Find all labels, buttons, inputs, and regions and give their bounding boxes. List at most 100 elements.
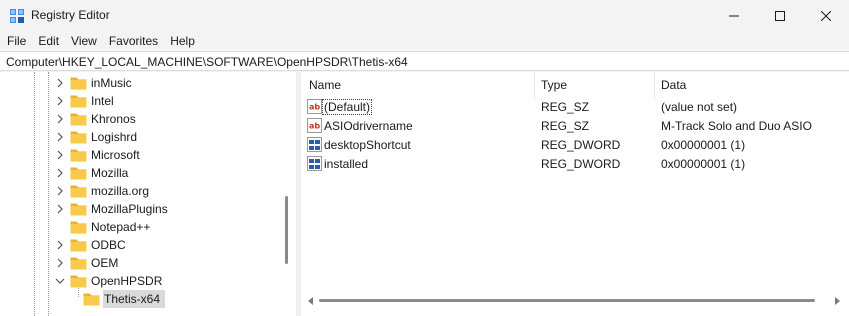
tree-item-label: Thetis-x64: [104, 292, 161, 306]
tree-item[interactable]: OEM: [0, 254, 280, 272]
folder-icon: [70, 167, 87, 180]
binary-value-icon: [307, 137, 322, 152]
folder-icon: [70, 239, 87, 252]
string-value-icon: ab: [307, 99, 322, 114]
tree-item-label: Khronos: [91, 112, 136, 126]
svg-text:ab: ab: [309, 122, 320, 131]
column-header-type[interactable]: Type: [541, 72, 567, 99]
chevron-right-icon[interactable]: [55, 258, 65, 268]
value-data: 0x00000001 (1): [661, 157, 746, 171]
menu-bar: File Edit View Favorites Help: [0, 31, 849, 51]
chevron-right-icon[interactable]: [55, 240, 65, 250]
value-name-text: (Default): [322, 99, 373, 115]
value-row[interactable]: ab (Default) REG_SZ (value not set): [301, 97, 849, 116]
chevron-right-icon[interactable]: [55, 204, 65, 214]
tree-item-label: OEM: [91, 256, 119, 270]
value-name: installed: [324, 157, 368, 171]
folder-icon: [70, 185, 87, 198]
chevron-right-icon[interactable]: [55, 114, 65, 124]
value-data: M-Track Solo and Duo ASIO: [661, 119, 812, 133]
menu-favorites[interactable]: Favorites: [103, 31, 164, 51]
value-row[interactable]: installed REG_DWORD 0x00000001 (1): [301, 154, 849, 173]
tree-item[interactable]: Intel: [0, 92, 280, 110]
folder-icon: [70, 257, 87, 270]
column-header-name[interactable]: Name: [309, 72, 341, 99]
tree-item[interactable]: MozillaPlugins: [0, 200, 280, 218]
chevron-right-icon[interactable]: [55, 78, 65, 88]
column-divider[interactable]: [654, 72, 655, 99]
folder-icon: [70, 203, 87, 216]
folder-icon: [83, 293, 100, 306]
chevron-down-icon[interactable]: [55, 276, 65, 286]
tree-vertical-scrollbar[interactable]: [285, 196, 288, 264]
folder-icon: [70, 77, 87, 90]
chevron-right-icon[interactable]: [55, 186, 65, 196]
tree-item[interactable]: Logishrd: [0, 128, 280, 146]
values-list[interactable]: Name Type Data ab (Default) REG_SZ (value n…: [301, 72, 849, 316]
tree-item[interactable]: Mozilla: [0, 164, 280, 182]
value-row[interactable]: ab ASIOdrivername REG_SZ M-Track Solo and D…: [301, 116, 849, 135]
value-data: 0x00000001 (1): [661, 138, 746, 152]
svg-text:ab: ab: [309, 103, 320, 112]
folder-icon: [70, 95, 87, 108]
tree-item-label: Microsoft: [91, 148, 140, 162]
value-type: REG_SZ: [541, 119, 590, 133]
chevron-right-icon[interactable]: [55, 132, 65, 142]
tree-item-label: MozillaPlugins: [91, 202, 168, 216]
scroll-right-icon[interactable]: [833, 297, 841, 305]
address-bar[interactable]: Computer\HKEY_LOCAL_MACHINE\SOFTWARE\Ope…: [0, 51, 849, 71]
column-header-data[interactable]: Data: [661, 72, 686, 99]
key-tree[interactable]: inMusic Intel Khronos Logishrd Microsoft Mozi…: [0, 72, 296, 316]
tree-item-label: Intel: [91, 94, 114, 108]
value-type: REG_DWORD: [541, 157, 621, 171]
folder-icon: [70, 275, 87, 288]
minimize-icon: [729, 15, 739, 16]
menu-file[interactable]: File: [1, 31, 32, 51]
tree-item[interactable]: mozilla.org: [0, 182, 280, 200]
column-divider[interactable]: [534, 72, 535, 99]
address-path[interactable]: Computer\HKEY_LOCAL_MACHINE\SOFTWARE\Ope…: [6, 55, 408, 69]
value-name: ASIOdrivername: [324, 119, 413, 133]
folder-icon: [70, 221, 87, 234]
tree-item[interactable]: Notepad++: [0, 218, 280, 236]
maximize-button[interactable]: [757, 0, 803, 31]
title-bar: Registry Editor: [0, 0, 849, 31]
list-horizontal-scrollbar[interactable]: [319, 299, 815, 302]
folder-icon: [70, 149, 87, 162]
tree-item[interactable]: inMusic: [0, 74, 280, 92]
tree-item-label: inMusic: [91, 76, 132, 90]
chevron-right-icon[interactable]: [55, 150, 65, 160]
value-data: (value not set): [661, 100, 738, 114]
registry-editor-icon: [10, 9, 24, 23]
value-name-text: desktopShortcut: [324, 138, 411, 152]
tree-item-label: Logishrd: [91, 130, 138, 144]
menu-edit[interactable]: Edit: [32, 31, 65, 51]
tree-item[interactable]: Microsoft: [0, 146, 280, 164]
binary-value-icon: [307, 156, 322, 171]
tree-item-label: mozilla.org: [91, 184, 150, 198]
value-row[interactable]: desktopShortcut REG_DWORD 0x00000001 (1): [301, 135, 849, 154]
menu-help[interactable]: Help: [164, 31, 201, 51]
string-value-icon: ab: [307, 118, 322, 133]
tree-item[interactable]: OpenHPSDR: [0, 272, 280, 290]
chevron-right-icon[interactable]: [55, 168, 65, 178]
close-icon: [821, 10, 831, 21]
value-name: (Default): [322, 99, 373, 115]
tree-item-label: ODBC: [91, 238, 126, 252]
scroll-left-icon[interactable]: [307, 297, 315, 305]
minimize-button[interactable]: [711, 0, 757, 31]
tree-item[interactable]: ODBC: [0, 236, 280, 254]
maximize-icon: [775, 10, 785, 21]
value-name: desktopShortcut: [324, 138, 411, 152]
window-title: Registry Editor: [31, 8, 110, 22]
close-button[interactable]: [803, 0, 849, 31]
value-type: REG_DWORD: [541, 138, 621, 152]
tree-item[interactable]: Khronos: [0, 110, 280, 128]
menu-view[interactable]: View: [65, 31, 103, 51]
tree-item-label: Notepad++: [91, 220, 151, 234]
chevron-right-icon[interactable]: [55, 96, 65, 106]
folder-icon: [70, 113, 87, 126]
tree-item[interactable]: Thetis-x64: [0, 290, 280, 308]
tree-item-label: Mozilla: [91, 166, 129, 180]
value-name-text: ASIOdrivername: [324, 119, 413, 133]
